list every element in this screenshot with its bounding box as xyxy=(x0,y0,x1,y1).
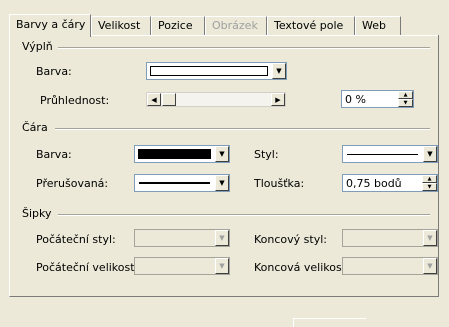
end-size-dropdown[interactable]: ▼ xyxy=(342,257,438,275)
line-style-label: Styl: xyxy=(254,148,279,161)
fill-section-title: Výplň xyxy=(22,40,53,53)
line-weight-spinner[interactable]: 0,75 bodů ▲ ▼ xyxy=(342,174,438,192)
tab-web[interactable]: Web xyxy=(355,16,401,35)
chevron-down-icon: ▼ xyxy=(423,258,437,274)
end-size-label: Koncová velikost: xyxy=(254,261,350,274)
transparency-value: 0 % xyxy=(345,93,366,106)
tab-strip: Barvy a čáry Velikost Pozice Obrázek Tex… xyxy=(9,14,439,37)
chevron-down-icon: ▼ xyxy=(215,175,229,191)
fill-color-swatch xyxy=(150,66,268,76)
line-weight-value: 0,75 bodů xyxy=(346,177,402,190)
line-weight-label: Tloušťka: xyxy=(254,177,305,190)
arrow-left-icon[interactable]: ◀ xyxy=(147,93,161,106)
line-style-dropdown[interactable]: ▼ xyxy=(342,145,438,163)
tab-label: Velikost xyxy=(98,19,141,32)
line-dashed-label: Přerušovaná: xyxy=(36,177,109,190)
chevron-down-icon: ▼ xyxy=(215,146,229,162)
format-dialog: Barvy a čáry Velikost Pozice Obrázek Tex… xyxy=(0,0,449,327)
fill-color-label: Barva: xyxy=(36,65,72,78)
slider-thumb[interactable] xyxy=(162,93,176,106)
line-style-sample xyxy=(347,154,418,155)
line-dashed-dropdown[interactable]: ▼ xyxy=(134,174,230,192)
end-style-label: Koncový styl: xyxy=(254,233,327,246)
chevron-down-icon: ▼ xyxy=(215,230,229,246)
chevron-down-icon: ▼ xyxy=(215,258,229,274)
arrow-up-icon[interactable]: ▲ xyxy=(422,175,437,183)
tab-label: Pozice xyxy=(158,19,193,32)
begin-style-label: Počáteční styl: xyxy=(36,233,116,246)
tab-position[interactable]: Pozice xyxy=(151,16,205,35)
ok-button-edge[interactable] xyxy=(293,318,366,327)
line-color-dropdown[interactable]: ▼ xyxy=(134,145,230,163)
arrows-section-title: Šipky xyxy=(22,207,52,220)
line-color-swatch xyxy=(138,149,211,159)
begin-style-dropdown[interactable]: ▼ xyxy=(134,229,230,247)
begin-size-dropdown[interactable]: ▼ xyxy=(134,257,230,275)
chevron-down-icon: ▼ xyxy=(423,146,437,162)
arrow-down-icon[interactable]: ▼ xyxy=(398,99,413,107)
section-divider xyxy=(58,47,430,49)
arrow-down-icon[interactable]: ▼ xyxy=(422,183,437,191)
section-divider xyxy=(58,214,430,216)
transparency-slider[interactable]: ◀ ▶ xyxy=(146,92,286,107)
tab-picture[interactable]: Obrázek xyxy=(205,16,267,35)
transparency-spinner[interactable]: 0 % ▲ ▼ xyxy=(341,90,414,108)
tab-label: Barvy a čáry xyxy=(16,18,86,31)
tab-text-box[interactable]: Textové pole xyxy=(267,16,355,35)
end-style-dropdown[interactable]: ▼ xyxy=(342,229,438,247)
chevron-down-icon: ▼ xyxy=(423,230,437,246)
arrow-up-icon[interactable]: ▲ xyxy=(398,91,413,99)
tab-label: Web xyxy=(362,19,386,32)
line-section-title: Čára xyxy=(22,121,48,134)
fill-color-dropdown[interactable]: ▼ xyxy=(146,62,287,80)
fill-transparency-label: Průhlednost: xyxy=(40,94,110,107)
tab-label: Obrázek xyxy=(212,19,258,32)
tab-size[interactable]: Velikost xyxy=(91,16,151,35)
tab-label: Textové pole xyxy=(274,19,344,32)
arrow-right-icon[interactable]: ▶ xyxy=(271,93,285,106)
chevron-down-icon: ▼ xyxy=(272,63,286,79)
begin-size-label: Počáteční velikost: xyxy=(36,261,139,274)
tab-colors-and-lines[interactable]: Barvy a čáry xyxy=(9,14,91,37)
line-color-label: Barva: xyxy=(36,148,72,161)
section-divider xyxy=(55,128,430,130)
dash-style-sample xyxy=(139,182,210,184)
